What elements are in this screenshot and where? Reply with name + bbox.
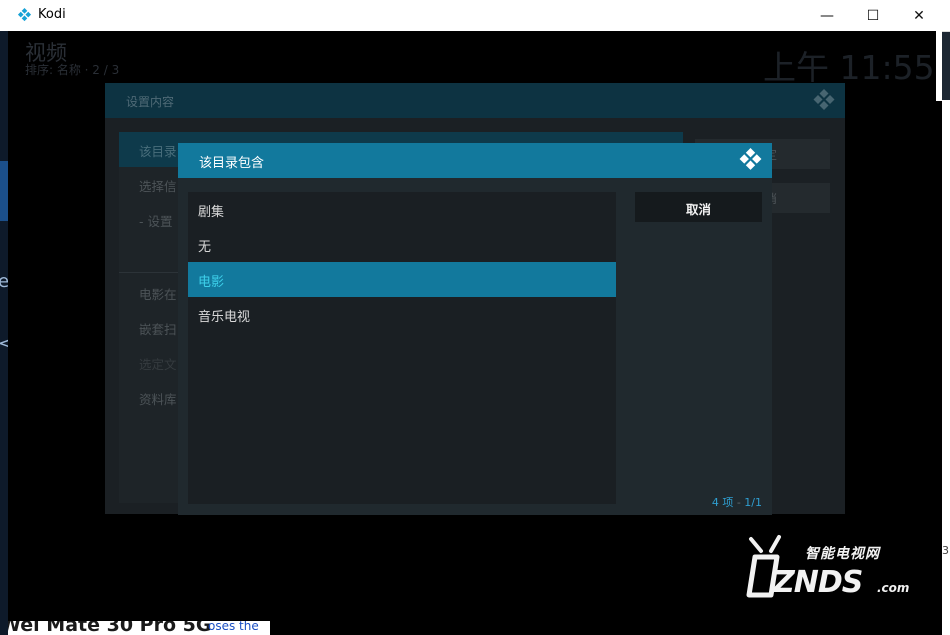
- kodi-logo-icon: [17, 8, 32, 22]
- desktop-number: 3: [942, 544, 949, 557]
- desktop-headline: Wei Mate 30 Pro 5G: [8, 621, 212, 635]
- settings-row: 电影在: [139, 287, 177, 302]
- desktop-corner: [936, 31, 942, 101]
- window-titlebar: Kodi — ☐ ✕: [0, 0, 950, 32]
- list-item-tvshows[interactable]: 剧集: [188, 192, 616, 227]
- list-item-none[interactable]: 无: [188, 227, 616, 262]
- kodi-logo-icon: [813, 89, 835, 110]
- kodi-logo-icon: [739, 148, 762, 170]
- item-count: 4 项 - 1/1: [712, 494, 762, 510]
- list-item-label: 电影: [198, 275, 225, 290]
- list-item-label: 剧集: [198, 205, 225, 220]
- list-item-music-videos[interactable]: 音乐电视: [188, 297, 616, 332]
- settings-row: - 设置: [139, 214, 173, 229]
- minimize-icon: —: [820, 7, 834, 24]
- list-item-movies[interactable]: 电影: [188, 262, 616, 297]
- settings-row: 选择信: [139, 179, 177, 194]
- watermark-en: ZNDS: [773, 565, 863, 600]
- settings-row: 选定文: [139, 357, 177, 372]
- watermark-suffix: .com: [877, 581, 910, 595]
- clock: 上午 11:55: [763, 48, 935, 87]
- list-item-label: 无: [198, 240, 212, 255]
- maximize-icon: ☐: [866, 7, 880, 24]
- item-count-separator: -: [733, 496, 745, 509]
- content-type-list: 剧集 无 电影 音乐电视: [188, 192, 616, 504]
- list-item-label: 音乐电视: [198, 310, 251, 325]
- desktop-bottom-strip: Wei Mate 30 Pro 5G oses the: [8, 621, 270, 635]
- cancel-button[interactable]: 取消: [635, 192, 762, 222]
- sort-info: 排序: 名称 · 2 / 3: [25, 63, 120, 77]
- desktop-left-strip: e <: [0, 31, 13, 635]
- maximize-button[interactable]: ☐: [850, 0, 896, 31]
- settings-row: 嵌套扫: [139, 322, 177, 337]
- settings-header: 设置内容: [105, 83, 845, 118]
- item-count-unit: 项: [718, 496, 734, 509]
- settings-row: 该目录: [139, 144, 177, 159]
- cancel-button-label: 取消: [685, 202, 711, 217]
- watermark-cn: 智能电视网: [805, 546, 880, 562]
- dialog-title: 该目录包含: [199, 156, 265, 171]
- desktop-right-strip: 3: [942, 100, 950, 635]
- kodi-viewport: 视频 排序: 名称 · 2 / 3 上午 11:55 Wei Mate 30 P…: [8, 31, 942, 635]
- settings-row: 资料库: [139, 392, 177, 407]
- desktop-link: oses the: [208, 621, 259, 633]
- window-title: Kodi: [38, 7, 66, 22]
- directory-content-dialog: 该目录包含 剧集 无 电影 音乐电视 取消 4 项 - 1/1: [178, 143, 772, 515]
- item-count-page: 1/1: [744, 496, 762, 509]
- settings-title: 设置内容: [126, 95, 175, 109]
- item-count-number: 4: [711, 496, 719, 509]
- dialog-header: 该目录包含: [178, 143, 772, 178]
- znds-watermark: 智能电视网 ZNDS .com: [741, 531, 931, 611]
- desktop-stripe: [0, 161, 8, 221]
- close-button[interactable]: ✕: [896, 0, 942, 31]
- close-icon: ✕: [913, 7, 925, 24]
- minimize-button[interactable]: —: [804, 0, 850, 31]
